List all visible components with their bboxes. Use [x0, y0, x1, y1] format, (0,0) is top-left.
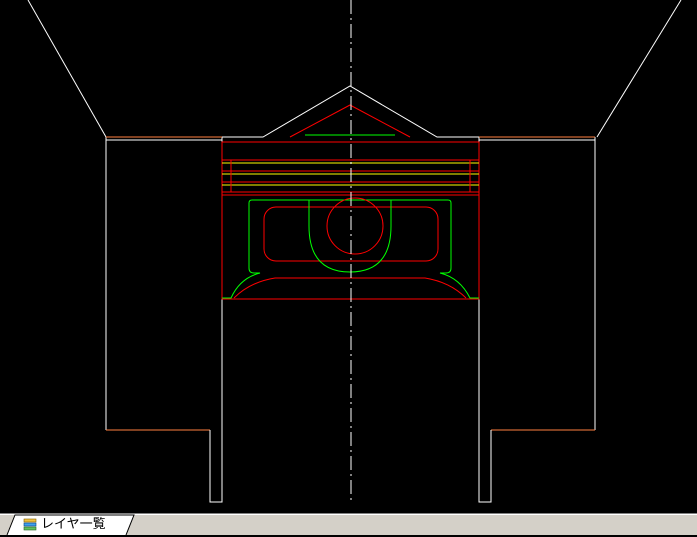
tab-layer-list[interactable]: レイヤ一覧: [22, 516, 106, 534]
cad-drawing-canvas[interactable]: [0, 0, 697, 513]
layer-tab-bar: レイヤ一覧: [0, 513, 697, 536]
cylinder-head-outline: [27, 0, 682, 138]
tab-layer-list-label: レイヤ一覧: [41, 517, 106, 532]
layer-stack-icon: [22, 517, 38, 533]
